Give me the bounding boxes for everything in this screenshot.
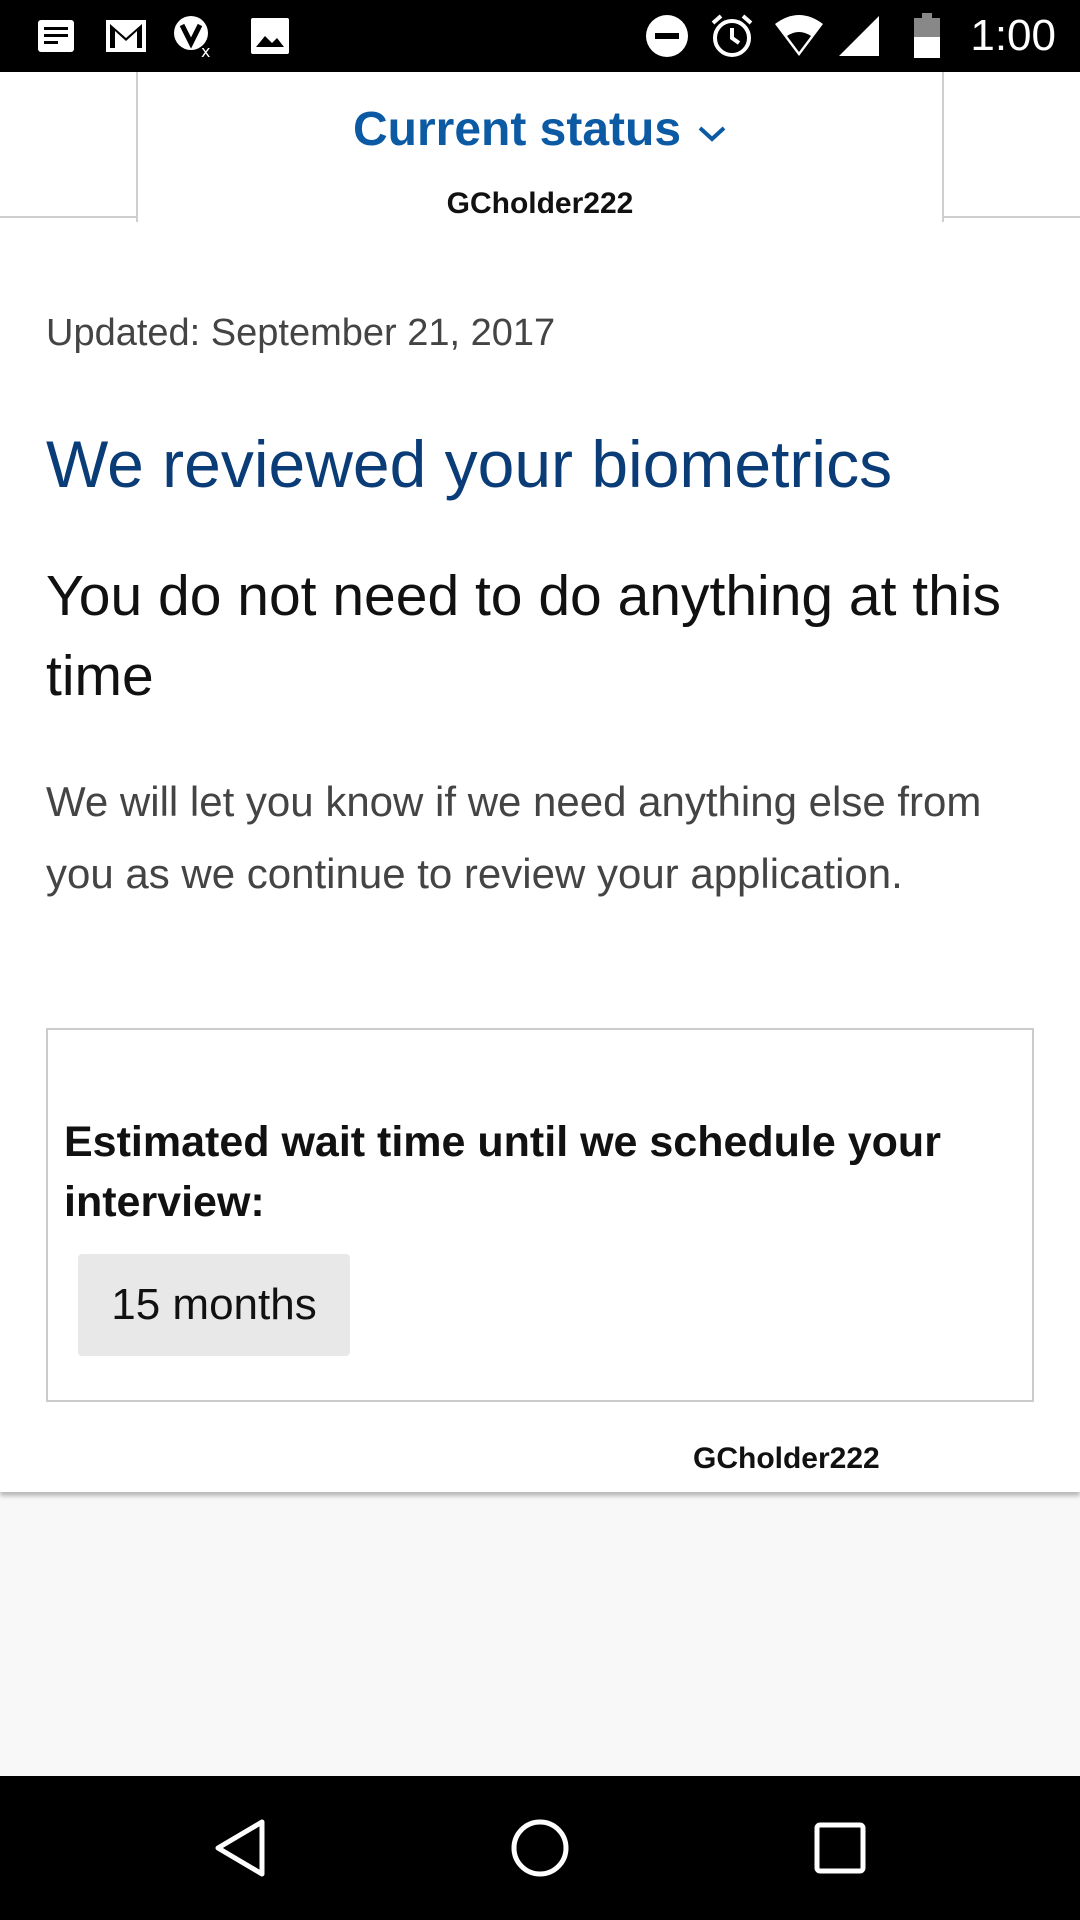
- wait-time-value: 15 months: [78, 1254, 350, 1356]
- chevron-down-icon: [697, 101, 727, 156]
- svg-text:x: x: [201, 42, 210, 59]
- username-watermark: GCholder222: [446, 187, 634, 220]
- tab-divider-left: [0, 216, 138, 218]
- tab-current-status[interactable]: Current status GCholder222: [136, 72, 944, 222]
- battery-icon: [912, 0, 942, 72]
- back-icon[interactable]: [190, 1776, 290, 1920]
- wait-time-box: Estimated wait time until we schedule yo…: [46, 1028, 1034, 1402]
- navigation-bar: [0, 1776, 1080, 1920]
- vpn-badge-icon: x: [170, 0, 220, 72]
- home-icon[interactable]: [490, 1776, 590, 1920]
- do-not-disturb-icon: [644, 0, 690, 72]
- status-subhead: You do not need to do anything at this t…: [46, 564, 1002, 708]
- updated-date: Updated: September 21, 2017: [46, 312, 556, 354]
- signal-icon: [836, 0, 882, 72]
- clock-time: 1:00: [970, 11, 1056, 60]
- tab-title-label: Current status: [352, 103, 682, 156]
- username-watermark-bottom: GCholder222: [693, 1442, 880, 1475]
- status-headline: We reviewed your biometrics: [46, 427, 893, 501]
- tab-divider-right: [942, 216, 1080, 218]
- alarm-icon: [708, 0, 756, 72]
- wait-time-label: Estimated wait time until we schedule yo…: [64, 1118, 941, 1226]
- status-bar: x 1:00: [0, 0, 1080, 72]
- wifi-icon: [772, 0, 826, 72]
- tab-title[interactable]: Current status: [138, 102, 942, 157]
- gmail-icon: [104, 0, 148, 72]
- status-body: We will let you know if we need anything…: [46, 778, 982, 897]
- notes-icon: [34, 0, 78, 72]
- recents-icon[interactable]: [790, 1776, 890, 1920]
- image-icon: [248, 0, 292, 72]
